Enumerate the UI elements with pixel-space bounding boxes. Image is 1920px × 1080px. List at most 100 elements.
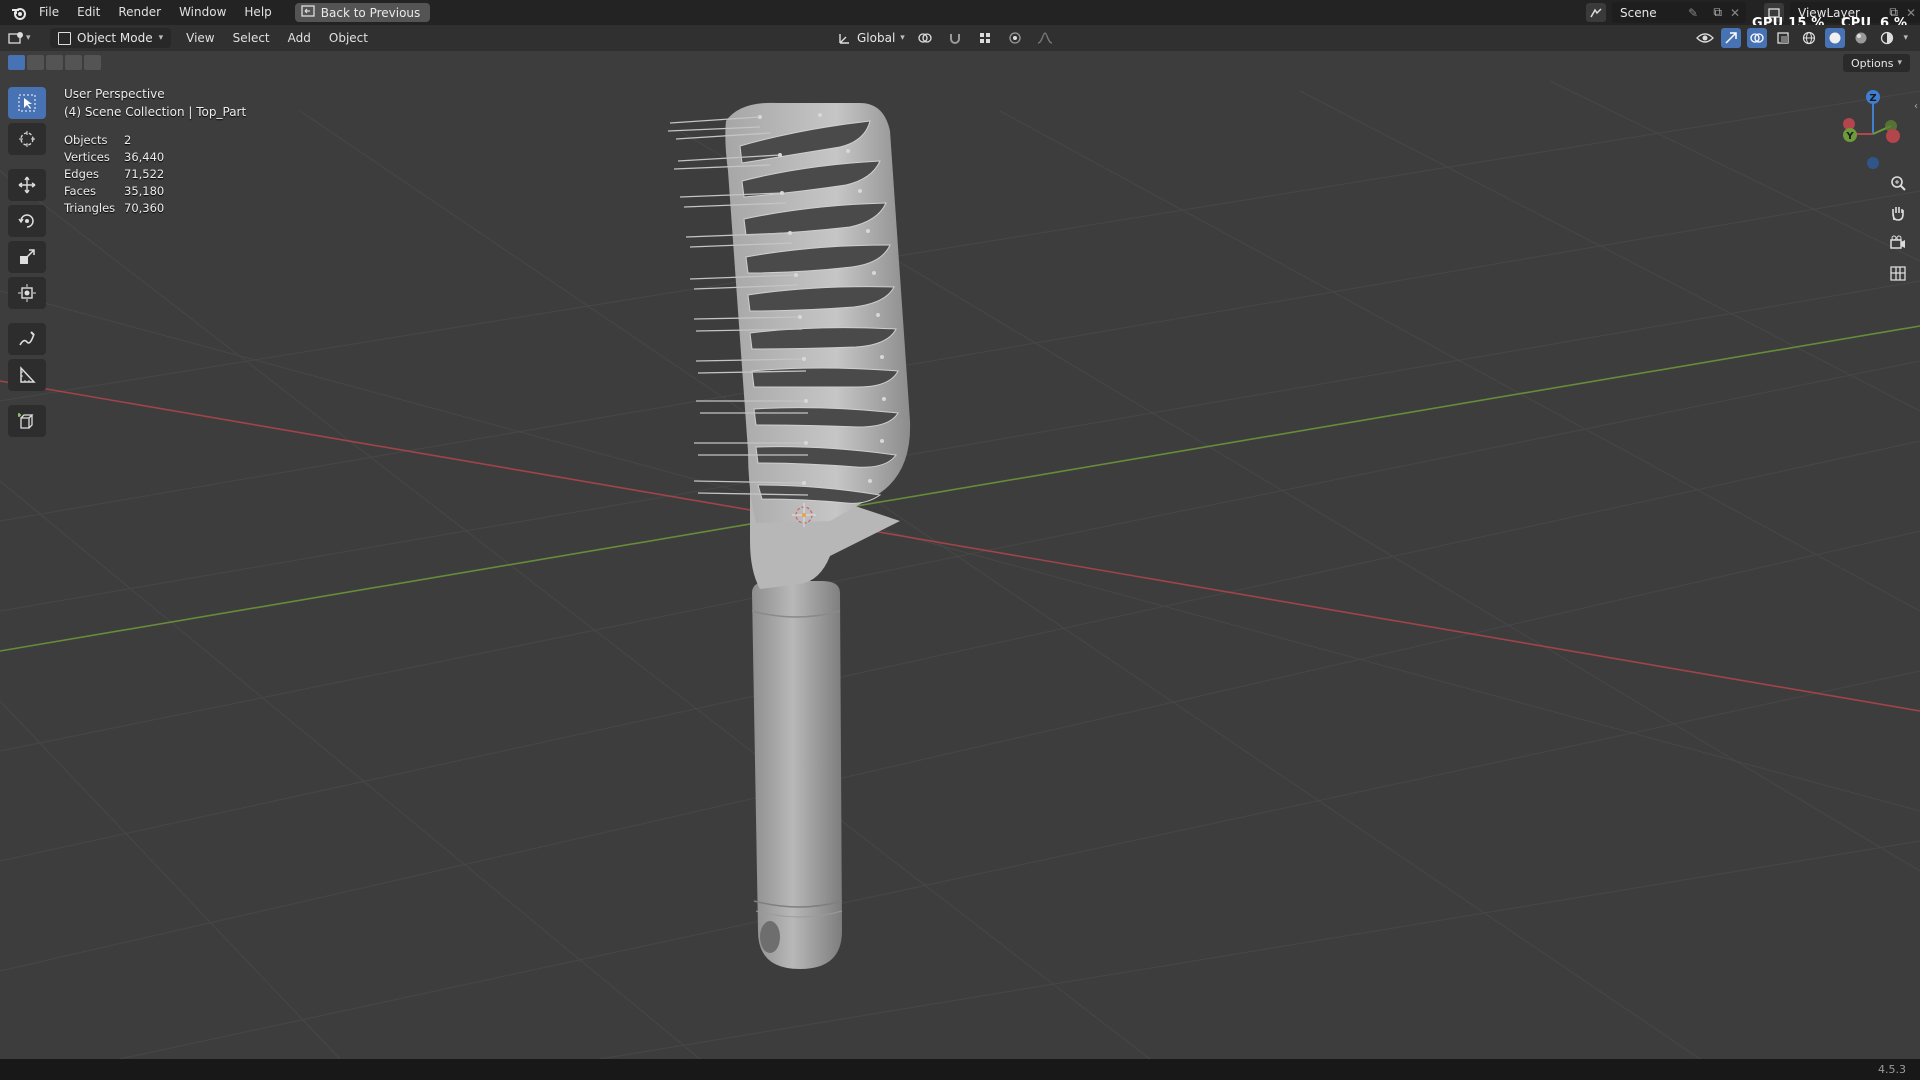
back-to-previous-button[interactable]: Back to Previous	[294, 3, 431, 22]
overlays-toggle-icon[interactable]	[1747, 28, 1768, 48]
stat-key: Triangles	[64, 200, 116, 215]
header-menu-view[interactable]: View	[177, 31, 223, 45]
viewport-header: ▾ Object Mode ▾ View Select Add Object G…	[0, 25, 1920, 51]
select-invert-button[interactable]	[65, 55, 82, 70]
transform-tool[interactable]	[8, 277, 46, 309]
select-box-tool[interactable]	[8, 87, 46, 119]
viewport-info: User Perspective (4) Scene Collection | …	[64, 85, 246, 121]
header-menu-add[interactable]: Add	[279, 31, 320, 45]
options-label: Options	[1851, 56, 1894, 70]
add-cube-icon	[18, 413, 34, 429]
gizmo-toggle-icon[interactable]	[1721, 28, 1742, 48]
select-extend-button[interactable]	[27, 55, 44, 70]
snap-target-icon[interactable]	[975, 28, 995, 48]
pin-icon[interactable]: ✎	[1688, 6, 1698, 20]
falloff-icon[interactable]	[1035, 28, 1055, 48]
orientation-icon	[839, 34, 849, 44]
solid-shading-icon[interactable]	[1825, 28, 1846, 48]
xray-toggle-icon[interactable]	[1773, 28, 1793, 48]
stat-key: Faces	[64, 183, 96, 198]
proportional-editing-icon[interactable]	[1005, 28, 1025, 48]
close-scene-icon[interactable]: ✕	[1730, 6, 1740, 20]
sidebar-toggle-icon[interactable]: ‹	[1914, 101, 1918, 112]
menu-window[interactable]: Window	[170, 0, 235, 25]
rendered-shading-icon[interactable]	[1877, 28, 1897, 48]
view-name: User Perspective	[64, 87, 165, 101]
3d-viewport[interactable]: Options ▾ User Perspective (4) Scene Col…	[0, 51, 1920, 1059]
menu-render[interactable]: Render	[109, 0, 170, 25]
stat-value: 36,440	[124, 149, 165, 164]
viewport-grid	[0, 80, 1920, 1059]
annotate-tool[interactable]	[8, 323, 46, 355]
hairbrush-model	[667, 102, 911, 969]
close-view-layer-icon[interactable]: ✕	[1906, 6, 1916, 20]
stat-row-triangles: Triangles 70,360	[64, 199, 164, 216]
options-dropdown[interactable]: Options ▾	[1843, 54, 1910, 72]
object-mode-label: Object Mode	[77, 31, 153, 45]
menu-file[interactable]: File	[30, 0, 68, 25]
chevron-down-icon: ▾	[158, 33, 164, 43]
tool-shelf	[8, 87, 46, 437]
select-new-button[interactable]	[8, 55, 25, 70]
select-intersect-button[interactable]	[84, 55, 101, 70]
snap-toggle-icon[interactable]	[945, 28, 965, 48]
orientation-dropdown[interactable]: Global ▾	[838, 31, 905, 45]
menu-edit[interactable]: Edit	[68, 0, 109, 25]
stat-row-faces: Faces 35,180	[64, 182, 164, 199]
perspective-toggle-icon[interactable]	[1886, 261, 1910, 285]
cursor-tool[interactable]	[8, 123, 46, 155]
gizmo-y-label: Y	[1845, 131, 1854, 142]
stat-key: Objects	[64, 132, 108, 147]
pencil-icon	[19, 331, 35, 346]
stat-value: 71,522	[124, 166, 165, 181]
move-tool[interactable]	[8, 169, 46, 201]
stat-value: 2	[124, 132, 132, 147]
material-shading-icon[interactable]	[1851, 28, 1871, 48]
back-icon	[301, 5, 315, 20]
blender-logo-icon[interactable]	[8, 2, 30, 24]
pivot-point-icon[interactable]	[915, 28, 935, 48]
camera-view-icon[interactable]	[1886, 231, 1910, 255]
scale-tool[interactable]	[8, 241, 46, 273]
gizmo-z-label: Z	[1869, 93, 1876, 104]
move-arrows-icon	[18, 176, 36, 194]
stat-value: 35,180	[124, 183, 165, 198]
select-subtract-button[interactable]	[46, 55, 63, 70]
zoom-icon[interactable]	[1886, 171, 1910, 195]
cursor-crosshair-icon	[19, 131, 35, 147]
wireframe-shading-icon[interactable]	[1799, 28, 1819, 48]
rotate-tool[interactable]	[8, 205, 46, 237]
stat-row-objects: Objects 2	[64, 131, 164, 148]
editor-type-button[interactable]: ▾	[8, 28, 42, 48]
scene-type-icon[interactable]	[1586, 3, 1606, 22]
back-to-previous-label: Back to Previous	[320, 5, 421, 20]
rotate-icon	[18, 214, 34, 228]
stat-key: Edges	[64, 166, 99, 181]
select-cursor-icon	[18, 94, 36, 112]
selection-mode-buttons	[8, 55, 101, 70]
transform-controls: Global ▾	[838, 28, 1055, 48]
object-mode-dropdown[interactable]: Object Mode ▾	[50, 28, 172, 48]
visibility-icon[interactable]	[1695, 28, 1715, 48]
transform-icon	[18, 284, 36, 302]
version-label: 4.5.3	[1878, 1063, 1906, 1076]
scene-selector[interactable]: Scene ✎ ⧉ ✕	[1612, 2, 1746, 23]
scale-icon	[20, 249, 35, 264]
measure-tool[interactable]	[8, 359, 46, 391]
shading-options-chevron-icon[interactable]: ▾	[1903, 33, 1908, 43]
editor-type-icon	[8, 32, 23, 44]
top-menu-bar: File Edit Render Window Help Back to Pre…	[0, 0, 1920, 31]
chevron-down-icon: ▾	[1897, 58, 1902, 68]
viewport-shading-controls: ▾	[1695, 28, 1908, 48]
menu-help[interactable]: Help	[235, 0, 280, 25]
scene-statistics: Objects 2 Vertices 36,440 Edges 71,522 Face…	[64, 131, 164, 216]
gizmo-x-icon	[1886, 129, 1900, 143]
header-menu-select[interactable]: Select	[224, 31, 279, 45]
stat-row-edges: Edges 71,522	[64, 165, 164, 182]
x-axis-line	[0, 380, 1920, 712]
new-scene-icon[interactable]: ⧉	[1713, 5, 1722, 20]
pan-hand-icon[interactable]	[1886, 201, 1910, 225]
add-cube-tool[interactable]	[8, 405, 46, 437]
header-menu-object[interactable]: Object	[320, 31, 377, 45]
collection-path: (4) Scene Collection | Top_Part	[64, 105, 247, 119]
